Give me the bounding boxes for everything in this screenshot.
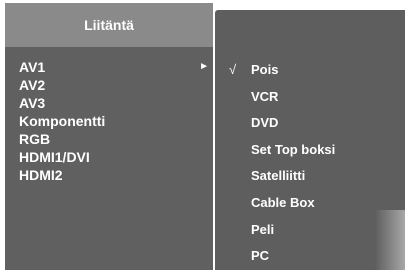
option-satelliitti[interactable]: Satelliitti <box>215 167 405 194</box>
menu-item-label: RGB <box>19 131 51 147</box>
option-label: Pois <box>251 62 279 77</box>
menu-item-label: AV2 <box>19 77 46 93</box>
menu-item-label: Komponentti <box>19 113 106 129</box>
menu-item-label: HDMI2 <box>19 167 63 183</box>
option-pois[interactable]: √ Pois <box>215 61 405 88</box>
menu-item-rgb[interactable]: RGB <box>19 130 209 148</box>
option-label: Cable Box <box>251 194 315 210</box>
menu-item-komponentti[interactable]: Komponentti <box>19 112 209 130</box>
option-set-top-boksi[interactable]: Set Top boksi <box>215 141 405 168</box>
option-label: PC <box>251 248 270 264</box>
source-list: AV1 ► AV2 AV3 Komponentti RGB HDMI1/DVI … <box>19 58 209 184</box>
option-cable-box[interactable]: Cable Box <box>215 194 405 221</box>
option-label: Peli <box>251 221 275 237</box>
menu-item-av2[interactable]: AV2 <box>19 76 209 94</box>
option-label: VCR <box>251 88 279 104</box>
option-dvd[interactable]: DVD <box>215 114 405 141</box>
source-menu-panel: Liitäntä AV1 ► AV2 AV3 Komponentti RGB H… <box>5 3 213 270</box>
option-pc[interactable]: PC <box>215 247 405 274</box>
option-label: Set Top boksi <box>251 141 336 157</box>
menu-item-av1[interactable]: AV1 ► <box>19 58 209 76</box>
menu-item-hdmi2[interactable]: HDMI2 <box>19 166 209 184</box>
menu-item-label: AV3 <box>19 95 46 111</box>
option-label: Satelliitti <box>251 168 306 184</box>
device-type-submenu: √ Pois VCR DVD Set Top boksi Satelliitti… <box>215 10 405 270</box>
menu-item-hdmi1-dvi[interactable]: HDMI1/DVI <box>19 148 209 166</box>
menu-item-label: HDMI1/DVI <box>19 149 90 165</box>
check-icon: √ <box>229 62 237 77</box>
submenu-arrow-icon: ► <box>199 61 209 72</box>
option-peli[interactable]: Peli <box>215 221 405 248</box>
menu-title: Liitäntä <box>5 3 213 47</box>
menu-item-label: AV1 <box>19 59 46 75</box>
menu-item-av3[interactable]: AV3 <box>19 94 209 112</box>
device-type-list: √ Pois VCR DVD Set Top boksi Satelliitti… <box>215 61 405 274</box>
option-vcr[interactable]: VCR <box>215 88 405 115</box>
option-label: DVD <box>251 115 279 131</box>
